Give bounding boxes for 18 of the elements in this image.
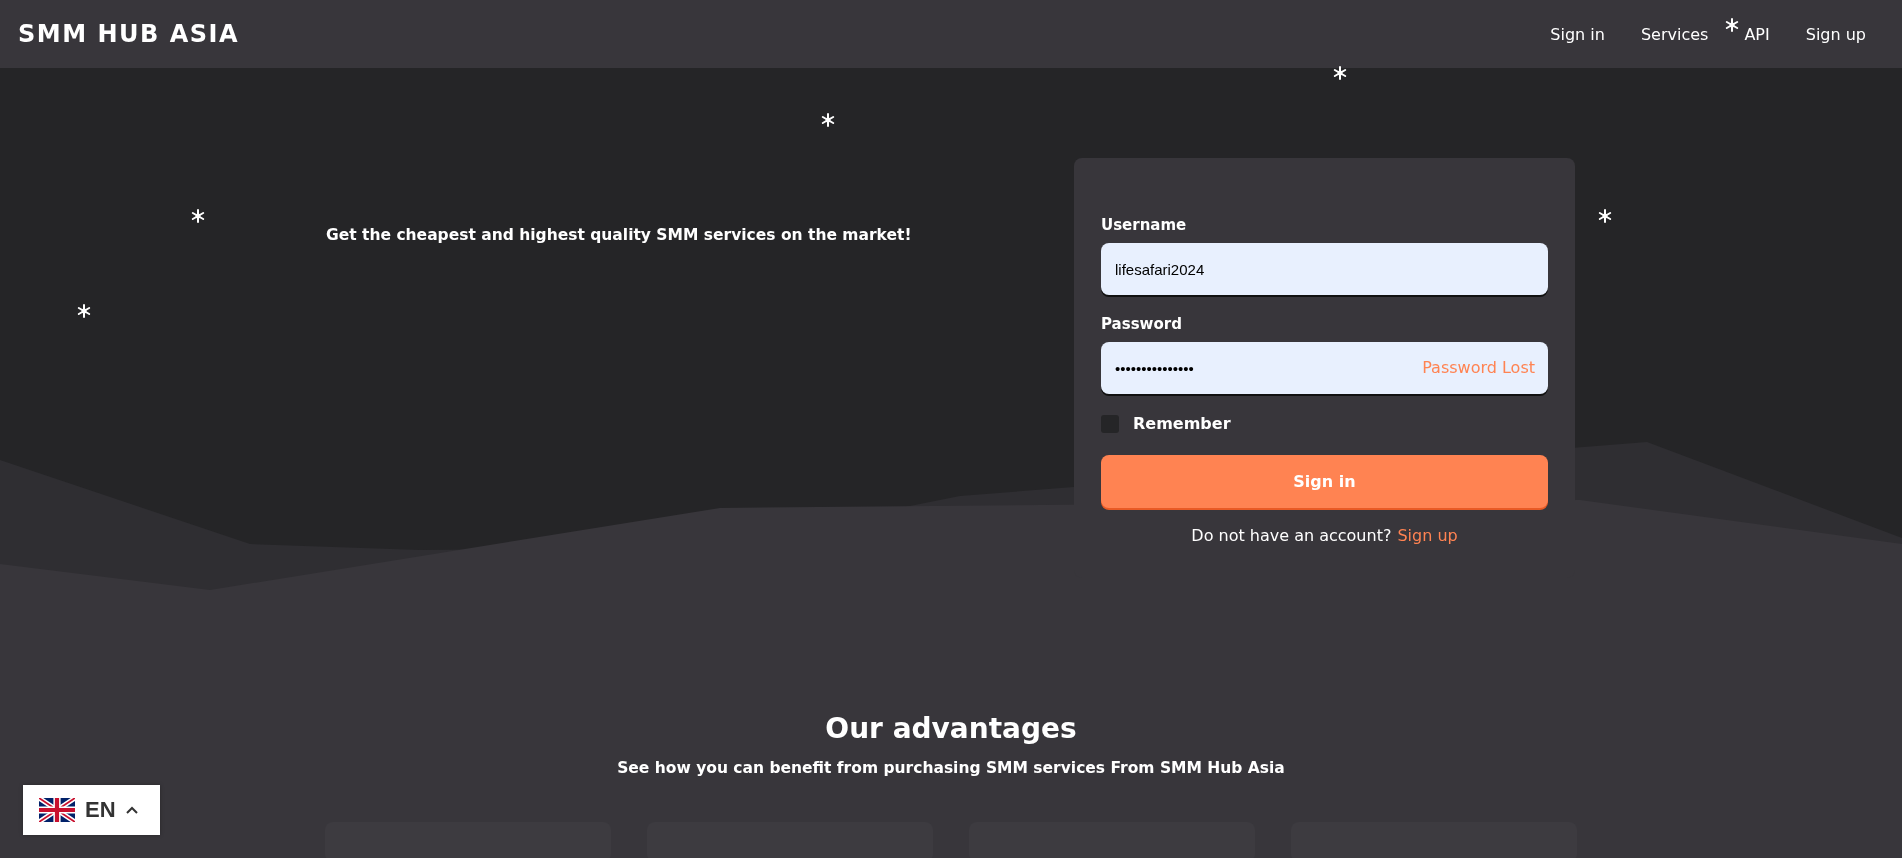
site-logo[interactable]: SMM HUB ASIA — [18, 20, 239, 48]
sign-up-link[interactable]: Sign up — [1397, 526, 1458, 545]
nav-link[interactable]: Sign in — [1532, 18, 1623, 50]
caret-up-icon — [125, 806, 138, 814]
nav-link[interactable]: Sign up — [1787, 18, 1884, 50]
section-subtitle: See how you can benefit from purchasing SMM services From SMM Hub Asia — [617, 759, 1285, 777]
nav-link[interactable]: Services — [1622, 18, 1727, 50]
signup-prompt: Do not have an account? — [1191, 526, 1392, 545]
snowflake-icon — [1725, 18, 1739, 32]
nav-link[interactable]: API — [1726, 18, 1788, 50]
section-title: Our advantages — [825, 712, 1077, 745]
field-label: Password — [1101, 315, 1183, 333]
flag-icon — [39, 798, 75, 822]
username-field[interactable]: lifesafari2024 — [1101, 243, 1548, 295]
language-selector[interactable]: EN — [23, 785, 160, 835]
field-label: Username — [1101, 216, 1188, 234]
checkbox-label: Remember — [1133, 414, 1231, 433]
tagline: Get the cheapest and highest quality SMM services on the market! — [326, 226, 912, 244]
